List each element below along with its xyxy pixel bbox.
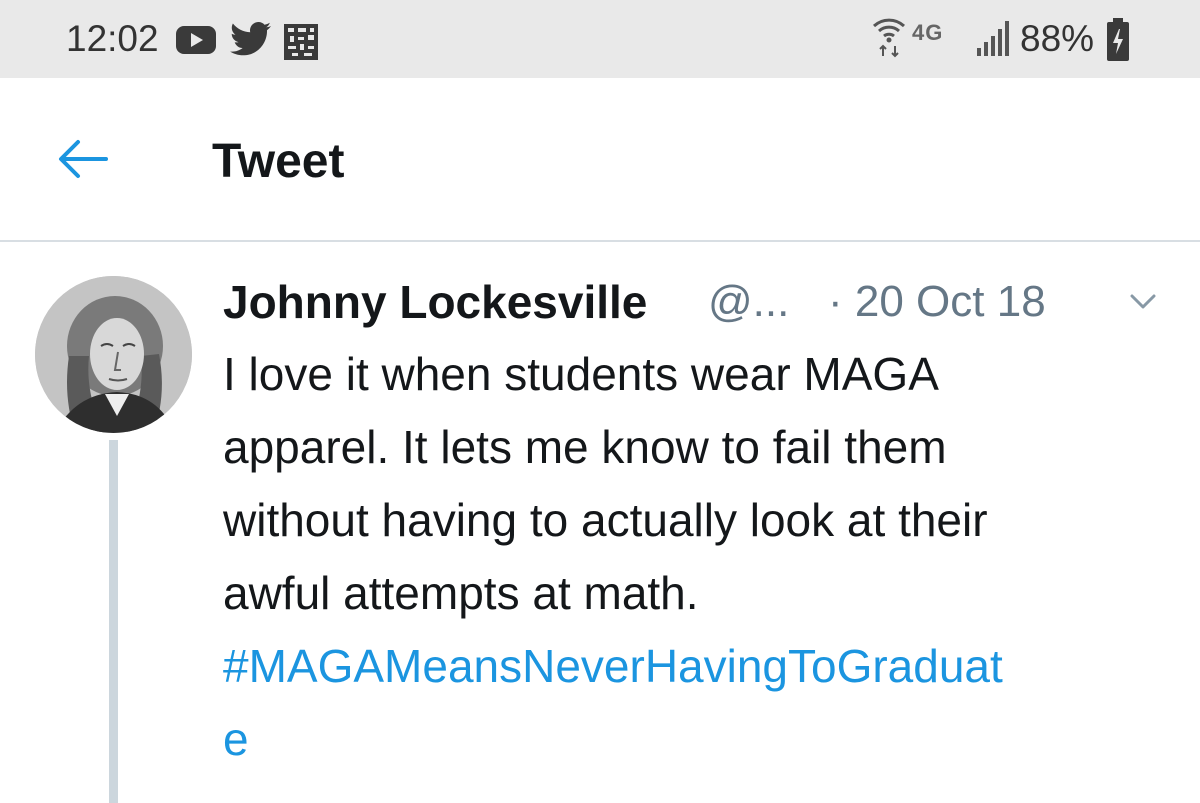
status-bar: 12:02 4G 88% (0, 0, 1200, 78)
arrow-left-icon (59, 140, 108, 178)
notification-icon (280, 20, 322, 69)
battery-charging-icon (1106, 18, 1130, 67)
network-type-label: 4G (912, 20, 944, 45)
back-button[interactable] (52, 134, 112, 184)
twitter-bird-icon (230, 22, 272, 61)
chevron-down-icon[interactable] (1129, 293, 1157, 316)
thread-connector-line (109, 440, 118, 803)
top-app-bar: Tweet (0, 78, 1200, 242)
tweet-header: Johnny Lockesville @... · 20 Oct 18 (223, 275, 1183, 331)
tweet-text-line: apparel. It lets me know to fail them (223, 421, 947, 473)
hashtag-link[interactable]: e (223, 703, 1183, 776)
author-name[interactable]: Johnny Lockesville (223, 275, 647, 329)
tweet-body: I love it when students wear MAGA appare… (223, 338, 1183, 776)
signal-strength-icon (975, 18, 1015, 63)
tweet-text-line: without having to actually look at their (223, 494, 988, 546)
battery-percentage: 88% (1020, 18, 1095, 59)
status-time: 12:02 (66, 18, 159, 59)
author-handle[interactable]: @... (708, 277, 789, 327)
hashtag-link[interactable]: #MAGAMeansNeverHavingToGraduat (223, 630, 1183, 703)
tweet-text-line: awful attempts at math. (223, 567, 699, 619)
youtube-icon (176, 26, 216, 59)
tweet-date: · 20 Oct 18 (828, 277, 1046, 326)
page-title: Tweet (212, 135, 345, 188)
tweet-text-line: I love it when students wear MAGA (223, 348, 939, 400)
avatar[interactable] (35, 276, 192, 433)
wifi-icon (872, 16, 906, 63)
